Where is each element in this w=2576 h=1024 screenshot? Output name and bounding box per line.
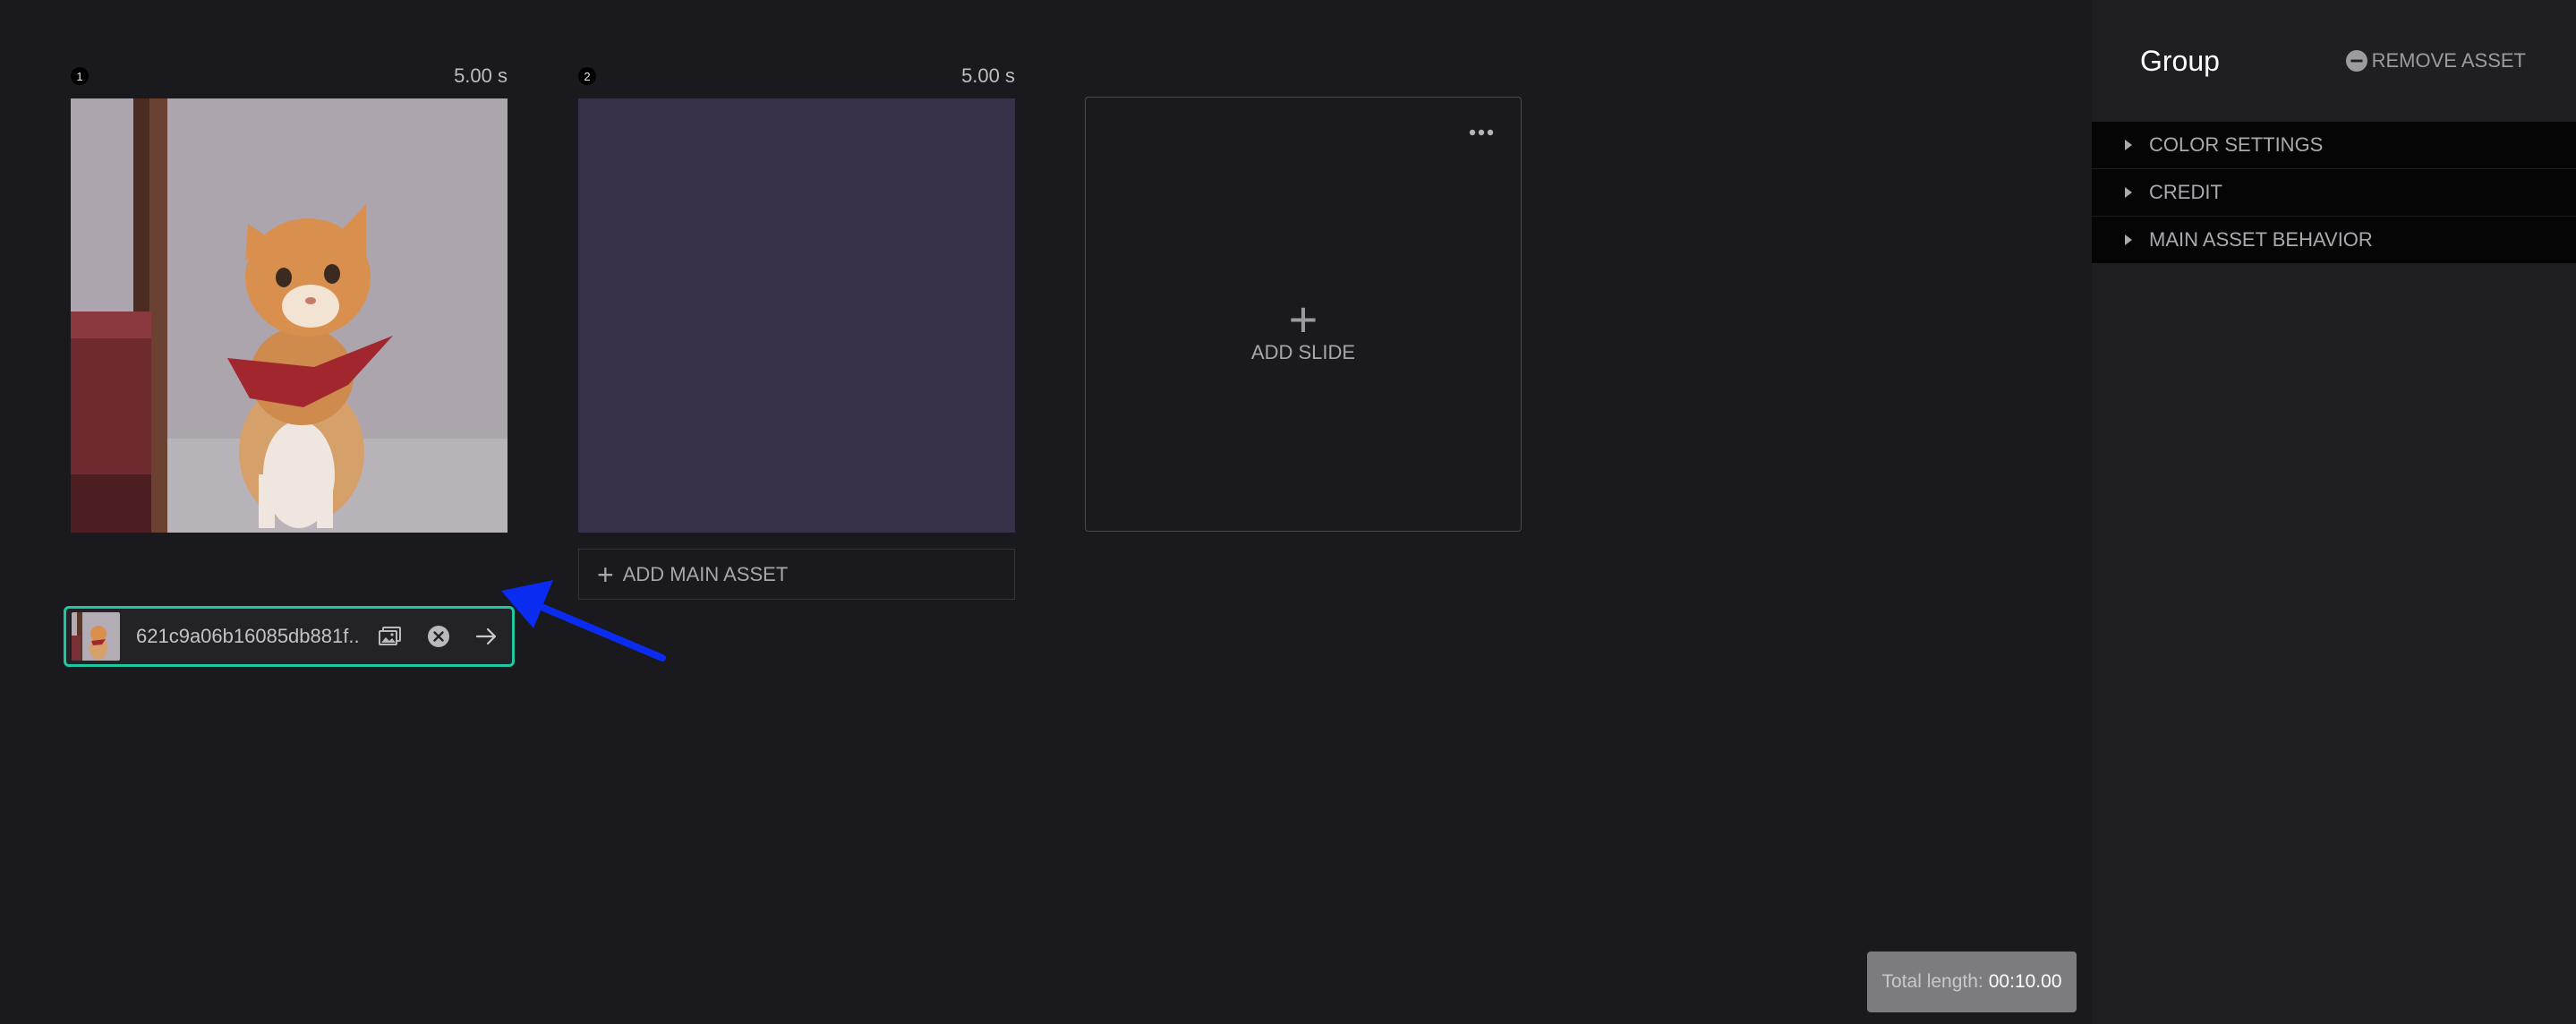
add-main-asset-button[interactable]: + ADD MAIN ASSET bbox=[578, 549, 1015, 600]
section-credit[interactable]: CREDIT bbox=[2092, 169, 2576, 217]
add-slide-card[interactable]: + ADD SLIDE bbox=[1085, 97, 1522, 532]
total-length-badge: Total length: 00:10.00 bbox=[1867, 951, 2077, 1012]
replace-image-button[interactable] bbox=[372, 619, 408, 654]
open-asset-button[interactable] bbox=[469, 619, 505, 654]
slide-2-header: 2 5.00 s bbox=[578, 63, 1015, 90]
arrow-right-icon bbox=[475, 627, 497, 645]
image-icon bbox=[379, 627, 401, 645]
plus-icon: + bbox=[1288, 291, 1318, 347]
more-horizontal-icon bbox=[1469, 129, 1494, 136]
section-label: CREDIT bbox=[2149, 181, 2222, 203]
remove-asset-button[interactable] bbox=[421, 619, 456, 654]
slide-duration: 5.00 s bbox=[961, 64, 1015, 87]
asset-thumbnail-image bbox=[72, 612, 120, 661]
slide-1-header: 1 5.00 s bbox=[71, 63, 508, 90]
slide-2-preview[interactable] bbox=[578, 98, 1015, 533]
section-main-asset-behavior[interactable]: MAIN ASSET BEHAVIOR bbox=[2092, 217, 2576, 264]
section-color-settings[interactable]: COLOR SETTINGS bbox=[2092, 122, 2576, 169]
add-slide-label: ADD SLIDE bbox=[1250, 341, 1356, 363]
section-label: COLOR SETTINGS bbox=[2149, 133, 2324, 156]
total-length-value: 00:10.00 bbox=[1988, 971, 2062, 992]
asset-thumbnail bbox=[72, 612, 120, 661]
cat-photo bbox=[71, 98, 508, 533]
asset-filename: 621c9a06b16085db881f... bbox=[136, 625, 360, 647]
section-label: MAIN ASSET BEHAVIOR bbox=[2149, 228, 2373, 251]
remove-asset-label: REMOVE ASSET bbox=[2371, 49, 2526, 72]
plus-icon: + bbox=[597, 558, 614, 591]
slide-number: 1 bbox=[71, 67, 89, 85]
slide-duration: 5.00 s bbox=[454, 64, 508, 87]
caret-right-icon bbox=[2125, 140, 2132, 150]
main-asset-bar[interactable]: 621c9a06b16085db881f... bbox=[64, 606, 515, 667]
total-length-label: Total length: bbox=[1881, 971, 1983, 992]
slide-canvas: 1 5.00 s 621c9a06b16085db881f... 2 5.00 … bbox=[0, 0, 2092, 1024]
add-main-asset-label: ADD MAIN ASSET bbox=[622, 562, 789, 585]
remove-asset-button[interactable]: REMOVE ASSET bbox=[2345, 49, 2526, 73]
slide-2: 2 5.00 s + ADD MAIN ASSET bbox=[578, 63, 1015, 600]
properties-panel: Group REMOVE ASSET COLOR SETTINGS CREDIT… bbox=[2092, 0, 2576, 1024]
close-circle-icon bbox=[428, 626, 449, 647]
caret-right-icon bbox=[2125, 187, 2132, 198]
panel-header: Group REMOVE ASSET bbox=[2092, 0, 2576, 122]
add-slide-content: + ADD SLIDE bbox=[1086, 291, 1521, 364]
panel-title: Group bbox=[2140, 44, 2220, 77]
slide-number: 2 bbox=[578, 67, 596, 85]
caret-right-icon bbox=[2125, 235, 2132, 245]
minus-circle-icon bbox=[2345, 50, 2367, 72]
slide-1-preview[interactable] bbox=[71, 98, 508, 533]
slide-1: 1 5.00 s 621c9a06b16085db881f... bbox=[64, 63, 515, 667]
more-options-button[interactable] bbox=[1469, 124, 1494, 141]
